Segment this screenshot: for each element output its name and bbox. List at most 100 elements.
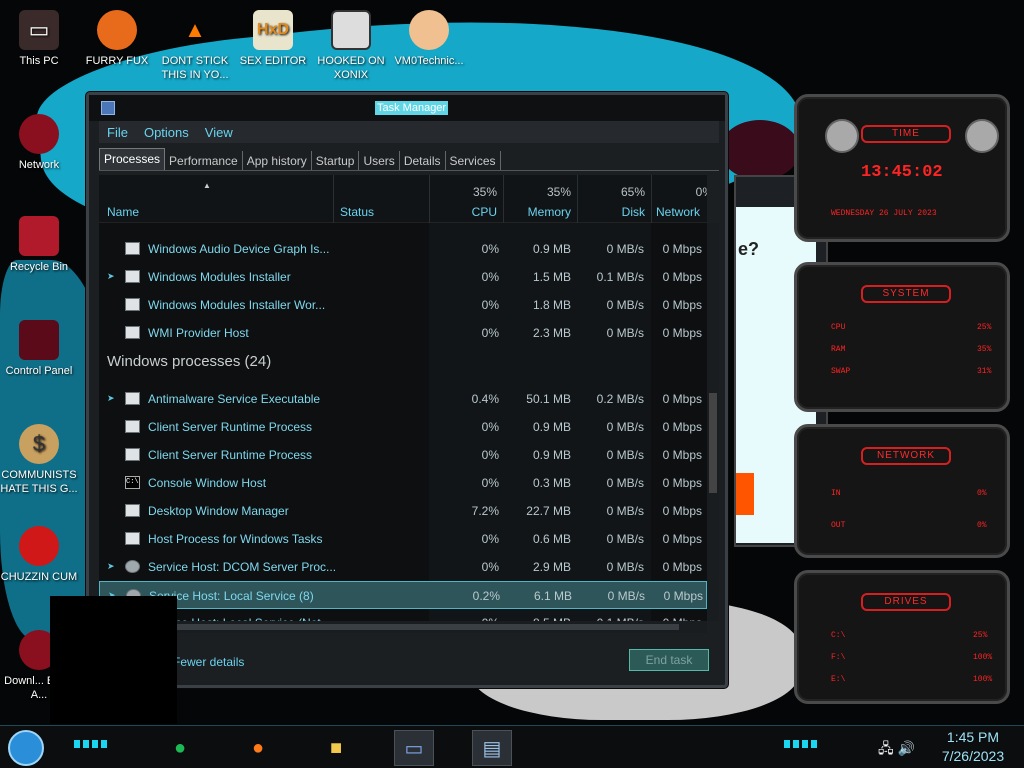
process-row[interactable]: Client Server Runtime Process 0% 0.9 MB 0 M…	[99, 441, 707, 469]
system-widget: SYSTEM CPU 25% RAM 35% SWAP 31%	[794, 262, 1010, 412]
tab-processes[interactable]: Processes	[99, 148, 166, 170]
desktop-icon-control-panel[interactable]: Control Panel	[0, 320, 78, 378]
background-window-question: e?	[738, 239, 760, 259]
hex-editor-icon: HxD	[253, 10, 293, 50]
process-row[interactable]: C:\ Console Window Host 0% 0.3 MB 0 MB/s 0 Mb…	[99, 469, 707, 497]
process-network: 0 Mbps	[662, 420, 702, 434]
process-memory: 0.6 MB	[532, 532, 571, 546]
start-button[interactable]	[8, 730, 44, 766]
tab-details[interactable]: Details	[400, 151, 446, 170]
desktop-icon-communists[interactable]: $ COMMUNISTS HATE THIS G...	[0, 424, 78, 496]
process-row[interactable]: ➤ Windows Modules Installer 0% 1.5 MB 0.1 MB…	[99, 263, 707, 291]
desktop-icon-chuzzin[interactable]: CHUZZIN CUM	[0, 526, 78, 584]
recycle-bin-icon	[19, 216, 59, 256]
process-disk: 0 MB/s	[606, 560, 644, 574]
windows-processes-group-header[interactable]: Windows processes (24)	[107, 353, 271, 370]
volume-icon[interactable]: 🔊	[898, 740, 915, 756]
process-row[interactable]: Windows Audio Device Graph Is... 0% 0.9 MB…	[99, 235, 707, 263]
horizontal-scrollbar[interactable]	[99, 621, 707, 633]
tab-services[interactable]: Services	[446, 151, 501, 170]
vertical-scrollbar-thumb[interactable]	[709, 393, 717, 493]
process-memory: 0.9 MB	[532, 420, 571, 434]
process-row[interactable]: ➤ Service Host: Local Service (8) 0.2% 6.1 …	[99, 581, 707, 609]
fewer-details-link[interactable]: Fewer details	[173, 655, 244, 669]
process-table: ▲ Name Status 35% CPU 35% Memory 65% Dis…	[99, 175, 707, 621]
vlc-icon: ▲	[184, 17, 206, 42]
process-row[interactable]: Client Server Runtime Process 0% 0.9 MB 0 M…	[99, 413, 707, 441]
column-header-cpu[interactable]: 35% CPU	[429, 175, 503, 223]
process-row[interactable]: ➤Service Host: Local Service (Net...0%8.…	[99, 609, 707, 621]
desktop-icon-recycle-bin[interactable]: Recycle Bin	[0, 216, 78, 274]
process-row[interactable]: Host Process for Windows Tasks 0% 0.6 MB 0 …	[99, 525, 707, 553]
process-cpu: 0%	[481, 476, 499, 490]
tab-performance[interactable]: Performance	[165, 151, 243, 170]
process-name: Windows Audio Device Graph Is...	[148, 242, 330, 256]
desktop-icon-hex-editor[interactable]: HxD SEX EDITOR	[234, 10, 312, 68]
process-disk: 0 MB/s	[606, 448, 644, 462]
process-disk: 0 MB/s	[607, 589, 645, 603]
cpu-label: CPU	[831, 323, 846, 332]
vertical-scrollbar[interactable]	[707, 223, 719, 621]
swap-value: 31%	[977, 367, 992, 376]
column-header-network[interactable]: 0% Network	[651, 175, 707, 223]
expand-chevron-icon[interactable]: ➤	[107, 271, 115, 282]
app-window-icon	[125, 420, 140, 433]
process-row[interactable]: ➤ Service Host: DCOM Server Proc... 0% 2.9 …	[99, 553, 707, 581]
wmi-icon	[125, 326, 140, 339]
process-memory: 50.1 MB	[526, 392, 571, 406]
expand-chevron-icon[interactable]: ➤	[107, 561, 115, 572]
menu-view[interactable]: View	[197, 125, 241, 140]
firefox-icon[interactable]: ●	[238, 730, 278, 766]
desktop-icon-furry-fux[interactable]: FURRY FUX	[78, 10, 156, 68]
horizontal-scrollbar-thumb[interactable]	[99, 624, 679, 630]
desktop-icon-vm0technic[interactable]: VM0Technic...	[390, 10, 468, 68]
task-manager-app-icon[interactable]	[101, 101, 115, 115]
net-out-label: OUT	[831, 521, 846, 530]
task-manager-window[interactable]: Task Manager File Options View Processes…	[86, 92, 728, 688]
column-header-disk[interactable]: 65% Disk	[577, 175, 651, 223]
process-name: Windows Modules Installer	[148, 270, 291, 284]
background-window-button[interactable]	[736, 473, 754, 515]
file-explorer-icon[interactable]: ■	[316, 730, 356, 766]
process-name: Service Host: Local Service (8)	[149, 589, 314, 603]
gear-icon	[125, 560, 140, 573]
desktop-icon-vlc[interactable]: ▲ DONT STICK THIS IN YO...	[156, 10, 234, 82]
desktop-icon-xonix[interactable]: HOOKED ON XONIX	[312, 10, 390, 82]
process-disk: 0.2 MB/s	[596, 392, 644, 406]
process-row[interactable]: ➤ Antimalware Service Executable 0.4% 50.1 …	[99, 385, 707, 413]
tab-app-history[interactable]: App history	[243, 151, 312, 170]
network-tray-icon[interactable]: 🖧	[878, 740, 894, 756]
task-manager-icon[interactable]: ▤	[472, 730, 512, 766]
menu-file[interactable]: File	[99, 125, 136, 140]
tab-bar: Processes Performance App history Startu…	[99, 148, 719, 171]
process-name: Service Host: DCOM Server Proc...	[148, 560, 337, 574]
tab-users[interactable]: Users	[359, 151, 400, 170]
sort-arrow-icon: ▲	[203, 181, 211, 190]
desktop-icon-network[interactable]: Network	[0, 114, 78, 172]
end-task-button[interactable]: End task	[629, 649, 709, 671]
process-memory: 0.9 MB	[532, 448, 571, 462]
taskbar-clock[interactable]: 1:45 PM 7/26/2023	[930, 728, 1016, 766]
id-card-app-icon[interactable]: ▭	[394, 730, 434, 766]
column-header-name[interactable]: ▲ Name	[99, 175, 329, 223]
process-memory: 0.9 MB	[532, 242, 571, 256]
column-header-memory[interactable]: 35% Memory	[503, 175, 577, 223]
ram-label: RAM	[831, 345, 846, 354]
process-row[interactable]: WMI Provider Host 0% 2.3 MB 0 MB/s 0 Mbps	[99, 319, 707, 347]
doctor-icon	[409, 10, 449, 50]
process-network: 0 Mbps	[662, 242, 702, 256]
desktop-icon-label: COMMUNISTS HATE THIS G...	[0, 469, 78, 495]
process-row[interactable]: Windows Modules Installer Wor... 0% 1.8 MB…	[99, 291, 707, 319]
network-widget: NETWORK IN 0% OUT 0%	[794, 424, 1010, 558]
tab-startup[interactable]: Startup	[312, 151, 360, 170]
process-cpu: 0%	[481, 448, 499, 462]
process-row[interactable]: Desktop Window Manager 7.2% 22.7 MB 0 MB/s 0…	[99, 497, 707, 525]
desktop-icon-label: SEX EDITOR	[239, 55, 307, 67]
title-bar[interactable]: Task Manager	[89, 95, 725, 121]
menu-options[interactable]: Options	[136, 125, 197, 140]
column-header-status[interactable]: Status	[333, 175, 429, 223]
expand-chevron-icon[interactable]: ➤	[107, 393, 115, 404]
desktop-icon-this-pc[interactable]: ▭ This PC	[0, 10, 78, 68]
spotify-icon[interactable]: ●	[160, 730, 200, 766]
process-name: Client Server Runtime Process	[148, 420, 313, 434]
